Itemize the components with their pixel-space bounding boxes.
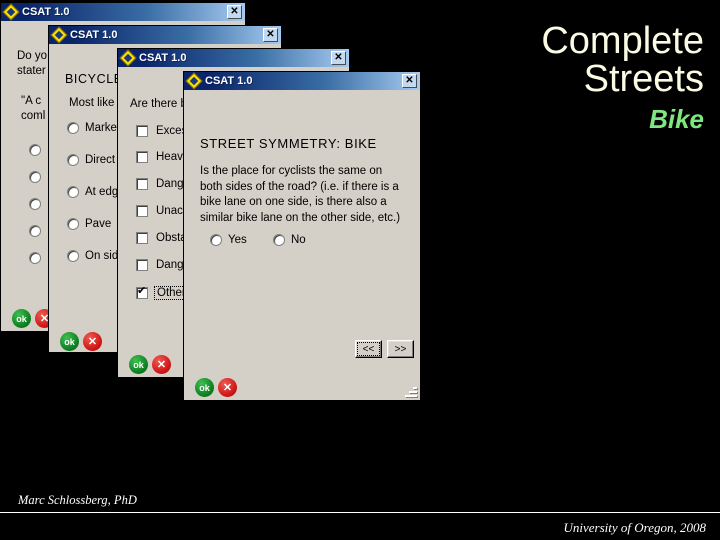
window-title-3: CSAT 1.0: [139, 52, 187, 64]
window-4-client: STREET SYMMETRY: BIKE Is the place for c…: [184, 90, 420, 400]
window-3-checkbox-1[interactable]: Exces: [136, 125, 189, 137]
window-1-radio-4[interactable]: [29, 225, 47, 237]
window-2-heading: BICYCLE: [65, 72, 123, 86]
radio-icon[interactable]: [29, 252, 41, 264]
window-2-option-5-label: On sid: [85, 250, 119, 262]
window-1-radio-1[interactable]: [29, 144, 47, 156]
cancel-button[interactable]: ✕: [83, 332, 102, 351]
window-3-prompt: Are there b: [130, 98, 187, 110]
window-2-option-4-label: Pave: [85, 218, 112, 230]
cancel-button[interactable]: ✕: [218, 378, 237, 397]
focus-outline: [357, 342, 380, 356]
app-diamond-icon: [2, 3, 20, 21]
app-diamond-icon: [50, 26, 68, 44]
checkbox-icon[interactable]: [136, 178, 148, 190]
page-subtitle: Bike: [649, 104, 704, 134]
close-icon-2[interactable]: ✕: [263, 28, 278, 42]
window-4-option-yes[interactable]: Yes: [210, 234, 247, 246]
window-3-action-buttons: ok ✕: [129, 355, 171, 374]
radio-icon[interactable]: [29, 198, 41, 210]
next-button-label: >>: [394, 343, 407, 355]
window-3-checkbox-5[interactable]: Obsta: [136, 232, 189, 244]
radio-icon[interactable]: [67, 250, 79, 262]
window-2-action-buttons: ok ✕: [60, 332, 102, 351]
window-2-option-2-label: Direct: [85, 154, 116, 166]
window-4-option-no[interactable]: No: [273, 234, 306, 246]
window-1-prompt-line-1: Do yo: [17, 50, 48, 62]
cancel-button[interactable]: ✕: [152, 355, 171, 374]
ok-button[interactable]: ok: [12, 309, 31, 328]
window-4-question: Is the place for cyclists the same on bo…: [200, 165, 401, 224]
checkbox-icon[interactable]: [136, 205, 148, 217]
window-1-radio-5[interactable]: [29, 252, 47, 264]
ok-button[interactable]: ok: [195, 378, 214, 397]
page-title-line-1: Complete: [541, 20, 704, 62]
radio-icon[interactable]: [67, 154, 79, 166]
window-1-radio-2[interactable]: [29, 171, 47, 183]
window-2-option-5[interactable]: On sid: [67, 250, 118, 262]
window-title-4: CSAT 1.0: [205, 75, 253, 87]
titlebar-2[interactable]: CSAT 1.0 ✕: [49, 26, 281, 44]
radio-icon[interactable]: [67, 218, 79, 230]
window-title-1: CSAT 1.0: [22, 6, 70, 18]
window-1-quote-line-1: "A c: [21, 95, 42, 107]
window-2-option-3[interactable]: At edg: [67, 186, 118, 198]
dialog-window-4[interactable]: CSAT 1.0 ✕ STREET SYMMETRY: BIKE Is the …: [183, 71, 421, 401]
slide-title-block: Complete Streets Bike: [541, 22, 704, 132]
slide-canvas: Complete Streets Bike CSAT 1.0 ✕ Do yo s…: [0, 0, 720, 540]
window-1-radio-3[interactable]: [29, 198, 47, 210]
window-4-option-no-label: No: [291, 234, 306, 246]
close-icon-1[interactable]: ✕: [227, 5, 242, 19]
window-2-prompt: Most like: [69, 97, 115, 109]
window-1-quote-line-2: coml: [21, 110, 46, 122]
window-2-option-2[interactable]: Direct: [67, 154, 115, 166]
checkbox-icon[interactable]: [136, 125, 148, 137]
window-2-option-1-label: Marke: [85, 122, 117, 134]
titlebar-4[interactable]: CSAT 1.0 ✕: [184, 72, 420, 90]
footer-source: University of Oregon, 2008: [563, 520, 707, 535]
window-4-heading: STREET SYMMETRY: BIKE: [200, 136, 377, 151]
radio-icon[interactable]: [67, 186, 79, 198]
resize-grip-icon[interactable]: [404, 384, 418, 398]
close-icon-3[interactable]: ✕: [331, 51, 346, 65]
previous-button[interactable]: <<: [355, 340, 382, 358]
app-diamond-icon: [119, 49, 137, 67]
window-1-prompt-line-2: stater: [17, 65, 46, 77]
close-icon-4[interactable]: ✕: [402, 74, 417, 88]
checkbox-icon[interactable]: [136, 151, 148, 163]
titlebar-1[interactable]: CSAT 1.0 ✕: [1, 3, 245, 21]
window-title-2: CSAT 1.0: [70, 29, 118, 41]
checkbox-icon[interactable]: [136, 285, 148, 299]
app-diamond-icon: [185, 72, 203, 90]
window-2-option-4[interactable]: Pave: [67, 218, 111, 230]
window-2-option-3-label: At edg: [85, 186, 119, 198]
checkbox-icon[interactable]: [136, 232, 148, 244]
window-4-action-buttons: ok ✕: [195, 378, 237, 397]
radio-icon[interactable]: [29, 144, 41, 156]
next-button[interactable]: >>: [387, 340, 414, 358]
page-title-line-2: Streets: [583, 58, 704, 100]
checkbox-icon[interactable]: [136, 259, 148, 271]
window-4-option-yes-label: Yes: [228, 234, 247, 246]
radio-icon[interactable]: [210, 234, 222, 246]
footer-author: Marc Schlossberg, PhD: [18, 493, 137, 507]
ok-button[interactable]: ok: [129, 355, 148, 374]
titlebar-3[interactable]: CSAT 1.0 ✕: [118, 49, 349, 67]
ok-button[interactable]: ok: [60, 332, 79, 351]
radio-icon[interactable]: [29, 171, 41, 183]
radio-icon[interactable]: [273, 234, 285, 246]
window-2-option-1[interactable]: Marke: [67, 122, 117, 134]
footer-divider: [0, 512, 720, 513]
radio-icon[interactable]: [67, 122, 79, 134]
radio-icon[interactable]: [29, 225, 41, 237]
